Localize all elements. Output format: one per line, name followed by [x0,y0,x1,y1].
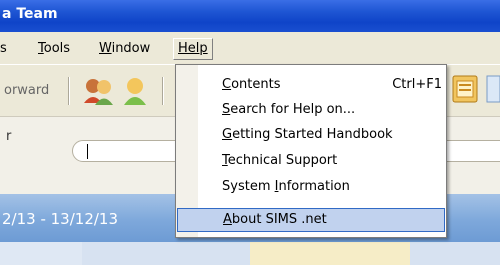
menu-item-contents[interactable]: Contents Ctrl+F1 [176,73,446,97]
menu-item-technical-support[interactable]: Technical Support [176,149,446,173]
menu-item-system-information[interactable]: System Information [176,175,446,199]
panel-label: r [6,129,12,144]
menu-tools[interactable]: Tools [38,41,70,56]
grid-cell [410,242,500,265]
menu-window[interactable]: Window [99,41,150,56]
grid-header-row [0,242,500,265]
users-group-icon[interactable] [82,75,116,107]
grid-cell-highlighted [250,242,410,265]
title-bar: a Team [0,0,500,32]
forward-button-label[interactable]: orward [4,83,49,98]
menu-item-about[interactable]: About SIMS .net [177,208,445,232]
toolbar-separator [162,77,164,105]
menu-help[interactable]: Help [173,38,213,60]
grid-cell [82,242,250,265]
calendar-icon[interactable] [452,75,478,103]
help-menu-dropdown: Contents Ctrl+F1 Search for Help on... G… [175,64,447,238]
menu-bar: s Tools Window Help [0,32,500,64]
menu-item-search-help[interactable]: Search for Help on... [176,98,446,122]
menu-file-partial[interactable]: s [0,41,7,56]
grid-cell [0,242,82,265]
window-title: a Team [2,6,58,22]
document-icon[interactable] [486,75,500,103]
shortcut-text: Ctrl+F1 [392,77,442,92]
date-range-text: 2/13 - 13/12/13 [2,210,119,228]
user-icon[interactable] [120,75,150,107]
menu-item-getting-started[interactable]: Getting Started Handbook [176,123,446,147]
text-caret [87,144,88,159]
toolbar-separator [68,77,70,105]
